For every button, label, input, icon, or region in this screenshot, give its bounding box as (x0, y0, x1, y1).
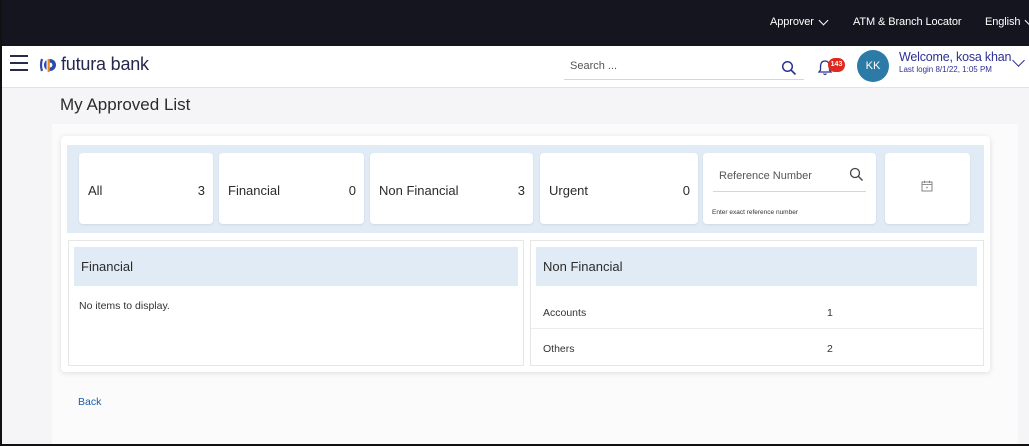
row-count: 1 (827, 307, 833, 319)
futura-logo-icon (38, 55, 58, 75)
reference-number-search: Reference Number Enter exact reference n… (703, 153, 876, 224)
filter-label: Urgent (549, 183, 589, 198)
search-input[interactable]: Search ... (564, 56, 804, 80)
top-utility-bar: Approver ATM & Branch Locator English (2, 0, 1029, 46)
financial-panel-header: Financial (74, 247, 518, 286)
calendar-icon (921, 179, 933, 192)
logo-text: futura bank (61, 54, 149, 74)
date-filter-button[interactable] (885, 153, 970, 224)
reference-number-input[interactable]: Reference Number (719, 170, 812, 182)
reference-hint: Enter exact reference number (712, 209, 798, 216)
role-menu-label: Approver (770, 16, 814, 28)
back-link[interactable]: Back (78, 396, 101, 408)
language-menu[interactable]: English (985, 15, 1029, 28)
filter-tile-all[interactable]: All 3 (79, 153, 213, 224)
role-menu[interactable]: Approver (770, 15, 829, 28)
row-label: Others (543, 343, 575, 355)
atm-branch-locator-label: ATM & Branch Locator (853, 16, 962, 28)
filter-count: 3 (197, 183, 205, 198)
bank-logo[interactable]: futura bank (38, 54, 149, 75)
app-header: futura bank Search ... 143 KK Welcome, k… (2, 46, 1029, 88)
welcome-text: Welcome, kosa khan (899, 50, 1012, 64)
last-login-text: Last login 8/1/22, 1:05 PM (899, 65, 992, 74)
list-item[interactable]: Others 2 (531, 330, 983, 365)
filter-count: 3 (517, 183, 525, 198)
row-count: 2 (827, 343, 833, 355)
filter-count: 0 (682, 183, 690, 198)
avatar[interactable]: KK (857, 50, 889, 82)
search-icon[interactable] (849, 167, 864, 182)
non-financial-panel-header: Non Financial (536, 247, 977, 286)
chevron-down-icon (1024, 15, 1029, 25)
search-placeholder: Search ... (570, 60, 618, 72)
user-menu[interactable]: Welcome, kosa khan Last login 8/1/22, 1:… (899, 50, 1011, 74)
notification-count-badge: 143 (828, 58, 845, 72)
filter-tile-urgent[interactable]: Urgent 0 (540, 153, 698, 224)
non-financial-panel-title: Non Financial (543, 259, 623, 274)
filter-label: Financial (228, 183, 281, 198)
page-title: My Approved List (60, 95, 191, 114)
empty-state-message: No items to display. (79, 300, 170, 312)
input-underline (713, 191, 866, 192)
financial-panel-title: Financial (81, 259, 134, 274)
filter-label: Non Financial (379, 183, 459, 198)
atm-branch-locator-link[interactable]: ATM & Branch Locator (853, 16, 962, 28)
chevron-down-icon[interactable] (1012, 54, 1025, 67)
chevron-down-icon (818, 15, 829, 25)
language-label: English (985, 16, 1021, 28)
list-item[interactable]: Accounts 1 (531, 294, 983, 329)
notifications-button[interactable]: 143 (817, 56, 847, 78)
row-label: Accounts (543, 307, 587, 319)
search-icon[interactable] (781, 60, 797, 76)
filter-label: All (88, 183, 103, 198)
filter-count: 0 (348, 183, 356, 198)
hamburger-menu-icon[interactable] (10, 55, 28, 71)
filter-tile-non-financial[interactable]: Non Financial 3 (370, 153, 533, 224)
filter-tile-financial[interactable]: Financial 0 (219, 153, 364, 224)
